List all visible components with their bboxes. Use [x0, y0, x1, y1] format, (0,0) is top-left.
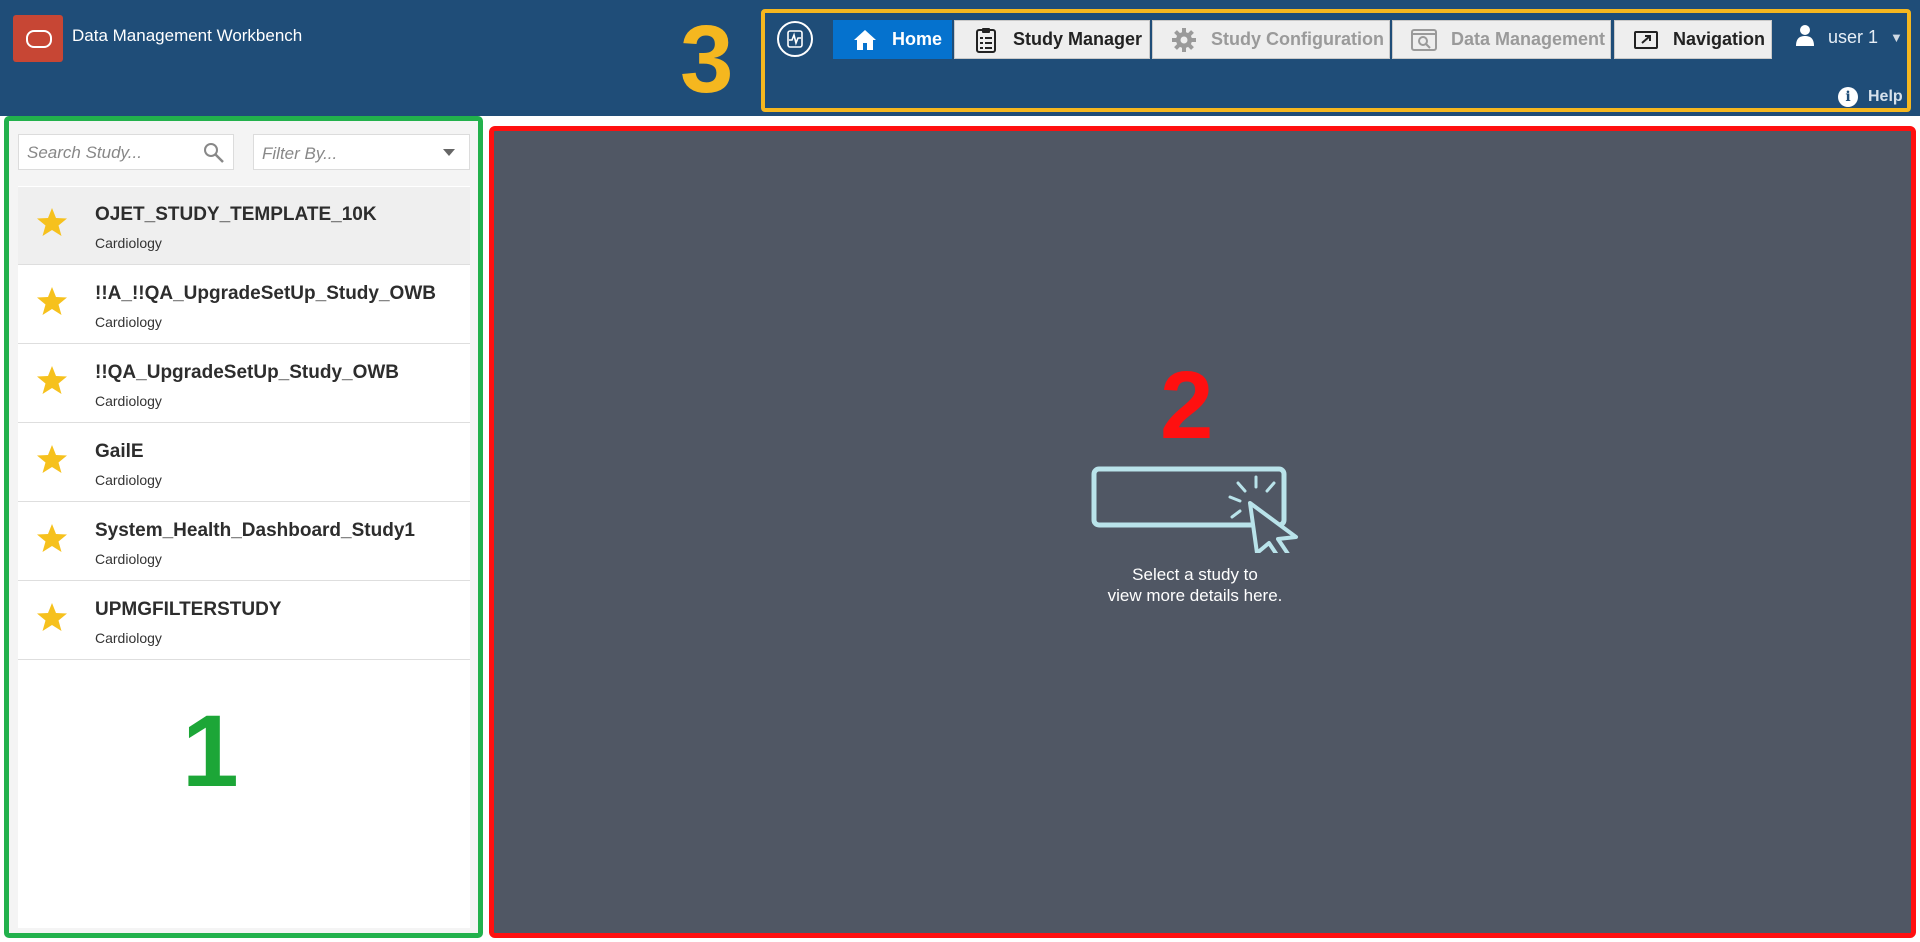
nav-study-manager-button[interactable]: Study Manager	[954, 20, 1150, 59]
favorite-star-icon[interactable]	[36, 207, 68, 242]
search-study-input[interactable]	[25, 141, 199, 165]
nav-data-management-label: Data Management	[1451, 29, 1606, 49]
nav-study-configuration-button[interactable]: Study Configuration	[1152, 20, 1390, 59]
search-study-box[interactable]	[18, 134, 234, 170]
study-category: Cardiology	[95, 235, 162, 251]
nav-navigation-label: Navigation	[1673, 29, 1766, 49]
study-list-item[interactable]: !!A_!!QA_UpgradeSetUp_Study_OWB Cardiolo…	[18, 266, 470, 344]
favorite-star-icon[interactable]	[36, 444, 68, 479]
study-category: Cardiology	[95, 551, 162, 567]
annotation-marker-2: 2	[1160, 352, 1214, 459]
filter-by-placeholder: Filter By...	[262, 144, 338, 163]
app-title: Data Management Workbench	[72, 26, 303, 45]
study-category: Cardiology	[95, 472, 162, 488]
chevron-down-icon	[443, 149, 455, 156]
annotation-marker-3: 3	[680, 6, 734, 113]
gear-icon	[1171, 27, 1197, 53]
home-icon	[852, 27, 878, 53]
nav-study-manager-label: Study Manager	[1013, 29, 1143, 49]
navigation-icon	[1633, 27, 1659, 53]
app-header: Data Management Workbench 3 Home Study M…	[0, 0, 1920, 116]
help-label: Help	[1868, 88, 1903, 105]
study-name: GailE	[95, 441, 144, 462]
study-category: Cardiology	[95, 393, 162, 409]
favorite-star-icon[interactable]	[36, 286, 68, 321]
study-category: Cardiology	[95, 630, 162, 646]
oracle-logo[interactable]	[13, 15, 63, 62]
study-category: Cardiology	[95, 314, 162, 330]
study-list-item[interactable]: UPMGFILTERSTUDY Cardiology	[18, 582, 470, 660]
nav-navigation-button[interactable]: Navigation	[1614, 20, 1772, 59]
study-list-item[interactable]: System_Health_Dashboard_Study1 Cardiolog…	[18, 503, 470, 581]
favorite-star-icon[interactable]	[36, 523, 68, 558]
clipboard-icon	[973, 27, 999, 53]
study-name: !!QA_UpgradeSetUp_Study_OWB	[95, 362, 400, 383]
data-view-icon	[1411, 27, 1437, 53]
study-list-item[interactable]: !!QA_UpgradeSetUp_Study_OWB Cardiology	[18, 345, 470, 423]
nav-home-label: Home	[892, 29, 943, 49]
annotation-marker-1: 1	[182, 694, 239, 808]
study-name: System_Health_Dashboard_Study1	[95, 520, 415, 541]
nav-study-configuration-label: Study Configuration	[1211, 29, 1384, 49]
info-icon: i	[1838, 87, 1858, 107]
empty-state-message: Select a study to view more details here…	[1095, 564, 1295, 606]
filter-by-select[interactable]: Filter By...	[253, 134, 470, 170]
help-link[interactable]: i Help	[1838, 87, 1903, 107]
user-menu[interactable]: user 1 ▼	[1796, 24, 1903, 51]
study-list-item[interactable]: OJET_STUDY_TEMPLATE_10K Cardiology	[18, 187, 470, 265]
nav-data-management-button[interactable]: Data Management	[1392, 20, 1611, 59]
empty-state-line-1: Select a study to	[1132, 565, 1258, 584]
empty-state-line-2: view more details here.	[1107, 586, 1283, 605]
study-name: UPMGFILTERSTUDY	[95, 599, 282, 620]
chevron-down-icon: ▼	[1890, 30, 1903, 45]
select-study-illustration-icon	[1090, 465, 1302, 560]
favorite-star-icon[interactable]	[36, 365, 68, 400]
study-name: OJET_STUDY_TEMPLATE_10K	[95, 204, 377, 225]
study-list-item[interactable]: GailE Cardiology	[18, 424, 470, 502]
user-icon	[1796, 24, 1814, 51]
study-name: !!A_!!QA_UpgradeSetUp_Study_OWB	[95, 283, 436, 304]
search-icon[interactable]	[203, 142, 225, 169]
favorite-star-icon[interactable]	[36, 602, 68, 637]
nav-home-button[interactable]: Home	[833, 20, 952, 59]
activity-monitor-icon[interactable]	[777, 21, 813, 57]
user-name: user 1	[1828, 27, 1879, 47]
